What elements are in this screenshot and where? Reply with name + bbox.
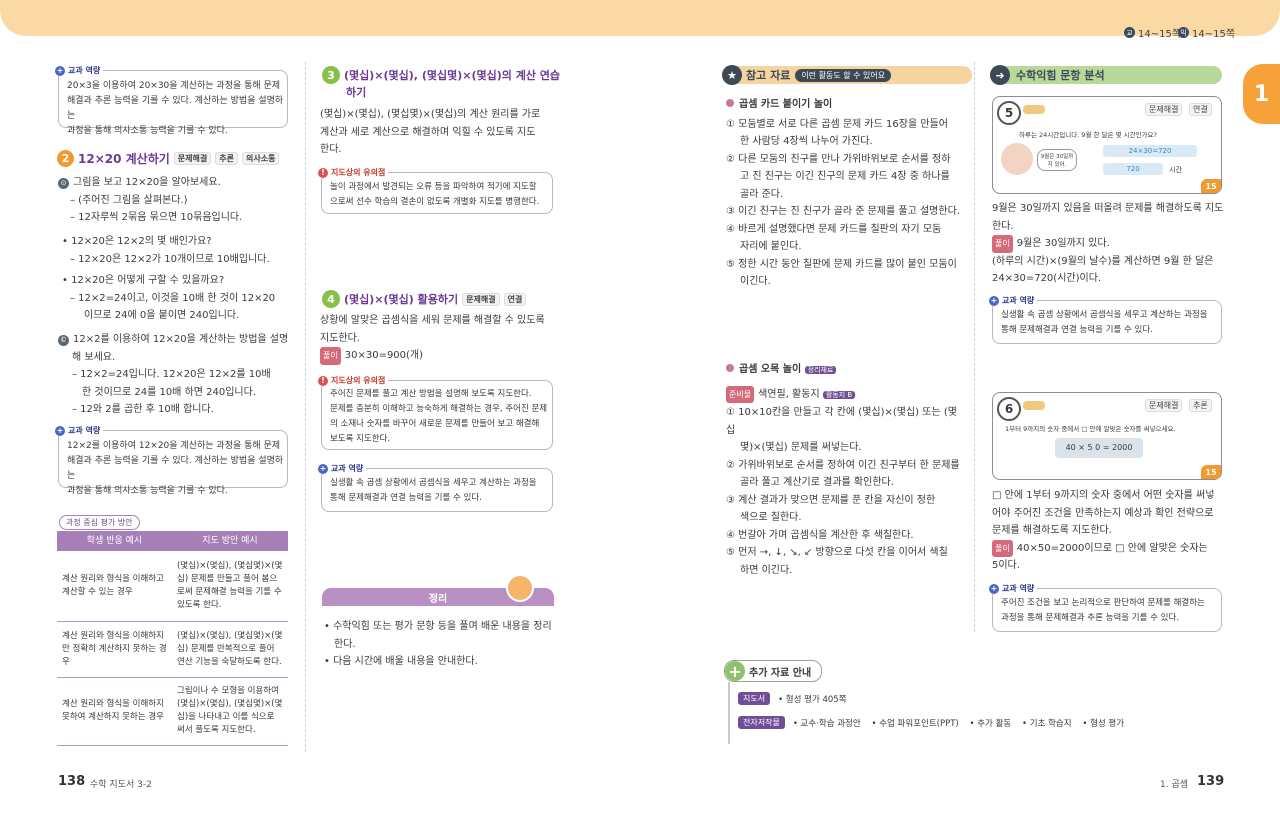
student-avatar bbox=[1001, 143, 1033, 175]
star-icon: ★ bbox=[722, 65, 742, 85]
communication-tag: 의사소통 bbox=[241, 152, 280, 165]
workbook-analysis-bar: ➜ 수학익힘 문항 분석 bbox=[990, 65, 1222, 85]
answer-box: 720 bbox=[1103, 163, 1163, 175]
arrow-right-icon: ➜ bbox=[990, 65, 1010, 85]
more-resources-title: + 추가 자료 안내 bbox=[724, 660, 822, 682]
q6-guide: □ 안에 1부터 9까지의 숫자 중에서 어떤 숫자를 써넣 어야 주어진 조건… bbox=[992, 490, 1215, 571]
resources-row-1: 지도서 • 형성 평가 405쪽 bbox=[738, 692, 847, 705]
connection-tag: 연결 bbox=[1189, 103, 1212, 116]
workbook-q5-box: 5 문제해결 연결 하루는 24시간입니다. 9월 한 달은 몇 시간인가요? … bbox=[992, 96, 1222, 194]
bullet-dot-icon bbox=[726, 99, 734, 107]
plus-icon: + bbox=[989, 295, 999, 306]
solution-label: 풀이 bbox=[320, 347, 341, 365]
table-header: 학생 반응 예시 bbox=[57, 531, 172, 551]
activity-number-badge: 2 bbox=[57, 150, 74, 167]
table-row: 계산 원리와 형식을 이해하고 계산할 수 있는 경우 (몇십)×(몇십), (몇… bbox=[57, 551, 288, 622]
question-number: 6 bbox=[997, 397, 1021, 421]
activity-number-badge: 4 bbox=[322, 290, 340, 308]
teaching-note-2: ! 지도상의 유의점 주어진 문제를 풀고 계산 방법을 설명해 보도록 지도한다… bbox=[318, 375, 553, 450]
column-divider bbox=[974, 62, 975, 632]
problem-solving-tag: 문제해결 bbox=[173, 152, 212, 165]
column-divider bbox=[305, 62, 306, 752]
book-title: 수학 지도서 3-2 bbox=[90, 780, 152, 790]
problem-solving-tag: 문제해결 bbox=[462, 292, 500, 306]
problem-solving-tag: 문제해결 bbox=[1145, 103, 1183, 116]
teaching-note-1: ! 지도상의 유의점 놀이 과정에서 발견되는 오류 등을 파악하여 적기에 지도… bbox=[318, 167, 553, 214]
level-icon bbox=[1023, 401, 1045, 410]
page-number-right: 139 bbox=[1197, 774, 1225, 789]
summary-decor-icon bbox=[506, 574, 534, 602]
question-1: ⊙ 그림을 보고 12×20을 알아보세요. – (주어진 그림을 살펴본다.) … bbox=[58, 174, 290, 227]
bullet-dot-icon bbox=[726, 364, 734, 372]
resources-divider bbox=[728, 682, 730, 744]
top-band bbox=[0, 0, 1280, 36]
speech-bubble: 9월은 30일까지 있어. bbox=[1037, 149, 1077, 171]
core-competency-box-1: + 교과 역량 20×3을 이용하여 20×30을 계산하는 과정을 통해 문제 … bbox=[55, 65, 288, 136]
plus-icon: + bbox=[55, 65, 65, 76]
activity-number-badge: 3 bbox=[322, 66, 340, 84]
question-3: • 12×20은 어떻게 구할 수 있을까요? – 12×2=24이고, 이것을… bbox=[62, 275, 276, 321]
connection-tag: 연결 bbox=[503, 292, 527, 306]
chapter-tab[interactable]: 1 bbox=[1243, 64, 1280, 124]
alert-icon: ! bbox=[318, 167, 328, 178]
table-header: 지도 방안 예시 bbox=[172, 531, 288, 551]
core-competency-box-3: + 교과 역량 실생활 속 곱셈 상황에서 곱셈식을 세우고 계산하는 과정을 통… bbox=[318, 463, 553, 512]
reasoning-tag: 추론 bbox=[1189, 399, 1212, 412]
reference-section-bar: ★ 참고 자료 이런 활동도 할 수 있어요 bbox=[722, 65, 972, 85]
plus-icon: + bbox=[989, 583, 999, 594]
solution-label: 풀이 bbox=[992, 235, 1013, 253]
question-mark-icon: ⊙ bbox=[58, 178, 69, 189]
textbook-icon: 교 bbox=[1124, 27, 1135, 38]
workbook-q6-box: 6 문제해결 추론 1부터 9까지의 숫자 중에서 □ 안에 알맞은 숫자를 써… bbox=[992, 392, 1222, 480]
core-competency-box-4: + 교과 역량 실생활 속 곱셈 상황에서 곱셈식을 세우고 계산하는 과정을 통… bbox=[989, 295, 1222, 344]
plus-icon: + bbox=[318, 463, 328, 474]
plus-icon: + bbox=[55, 425, 65, 436]
q5-guide: 9월은 30일까지 있음을 떠올려 문제를 해결하도록 지도 한다. 풀이 9월은… bbox=[992, 203, 1224, 284]
core-competency-box-5: + 교과 역량 주어진 조건을 보고 논리적으로 판단하여 문제를 해결하는 과정… bbox=[989, 583, 1222, 632]
eval-table: 학생 반응 예시 지도 방안 예시 계산 원리와 형식을 이해하고 계산할 수 있… bbox=[57, 531, 288, 746]
resources-row-2: 전자저작물 • 교수·학습 과정안 • 수업 파워포인트(PPT) • 추가 활동… bbox=[738, 716, 1124, 729]
activity-3-heading: 3 (몇십)×(몇십), (몇십몇)×(몇십)의 계산 연습 bbox=[322, 66, 560, 84]
alert-icon: ! bbox=[318, 375, 328, 386]
card-game: 곱셈 카드 붙이기 놀이 ① 모둠별로 서로 다른 곱셈 문제 카드 16장을 … bbox=[726, 99, 960, 287]
reference-textbook: 교 14~15쪽 bbox=[1124, 25, 1181, 40]
equation-answer: 24×30=720 bbox=[1103, 145, 1197, 157]
omok-game: 곱셈 오목 놀이 정리재료 준비물 색연필, 활동지 활동지 B ① 10×10칸… bbox=[726, 364, 960, 576]
page-badge: 15 bbox=[1201, 179, 1221, 193]
question-number: 5 bbox=[997, 101, 1021, 125]
summary-text: • 수학익힘 또는 평가 문항 등을 풀며 배운 내용을 정리 한다. • 다음… bbox=[324, 621, 552, 667]
activity-4-text: 상황에 알맞은 곱셈식을 세워 문제를 해결할 수 있도록 지도한다. 풀이 30… bbox=[320, 312, 556, 365]
plus-icon: + bbox=[725, 661, 745, 681]
activity-3-text: (몇십)×(몇십), (몇십몇)×(몇십)의 계산 원리를 가로 계산과 세로 … bbox=[320, 109, 541, 155]
reasoning-tag: 추론 bbox=[215, 152, 238, 165]
explain-mark-icon: © bbox=[58, 335, 69, 346]
reference-workbook: 익 14~15쪽 bbox=[1178, 25, 1235, 40]
question-2: • 12×20은 12×2의 몇 배인가요? – 12×20은 12×2가 10… bbox=[62, 236, 270, 265]
table-row: 계산 원리와 형식을 이해하지만 정확히 계산하지 못하는 경우 (몇십)×(몇십… bbox=[57, 621, 288, 678]
equation-box: 40 × 5 0 = 2000 bbox=[1055, 438, 1143, 458]
solution-label: 풀이 bbox=[992, 539, 1013, 557]
workbook-icon: 익 bbox=[1178, 27, 1189, 38]
core-competency-box-2: + 교과 역량 12×2를 이용하여 12×20을 계산하는 과정을 통해 문제 … bbox=[55, 425, 288, 496]
problem-solving-tag: 문제해결 bbox=[1145, 399, 1183, 412]
activity-2-heading: 2 12×20 계산하기 문제해결 추론 의사소통 bbox=[57, 150, 280, 167]
table-row: 계산 원리와 형식을 이해하지 못하여 계산하지 못하는 경우 그림이나 수 모형… bbox=[57, 677, 288, 746]
activity-4-heading: 4 (몇십)×(몇십) 활용하기 문제해결 연결 bbox=[322, 290, 527, 308]
chapter-title: 1. 곱셈 bbox=[1160, 780, 1189, 790]
question-4: © 12×2를 이용하여 12×20을 계산하는 방법을 설명 해 보세요. – … bbox=[58, 334, 289, 415]
eval-plan-label: 과정 중심 평가 방안 bbox=[59, 515, 140, 530]
level-icon bbox=[1023, 105, 1045, 114]
page-number-left: 138 bbox=[58, 774, 86, 789]
page-badge: 15 bbox=[1201, 465, 1221, 479]
